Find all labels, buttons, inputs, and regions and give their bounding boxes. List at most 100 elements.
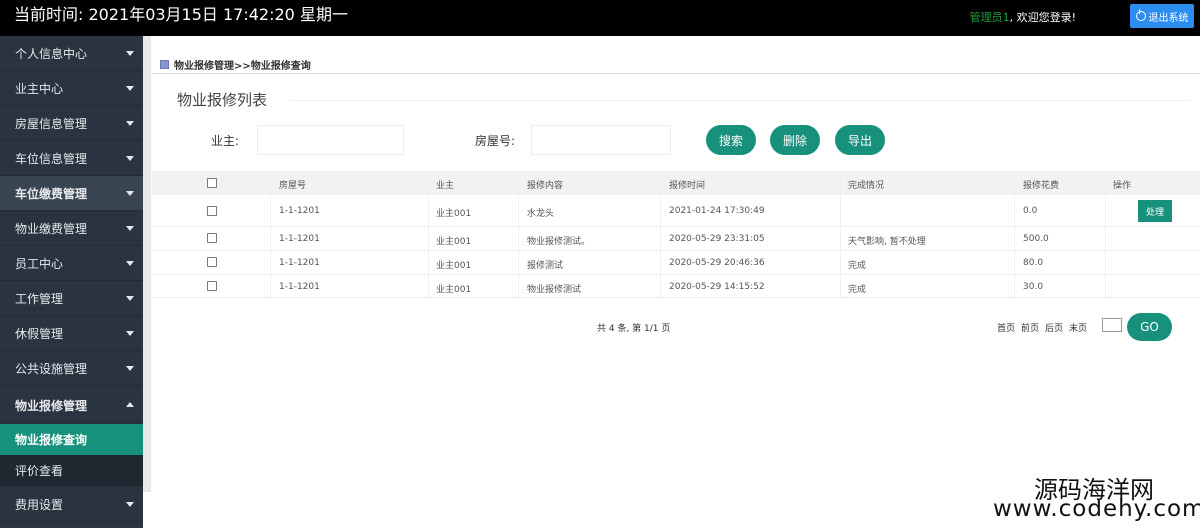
room-input[interactable] xyxy=(531,125,671,155)
prev-page-link[interactable]: 前页 xyxy=(1021,321,1039,334)
page-number-input[interactable] xyxy=(1102,318,1122,332)
delete-button[interactable]: 删除 xyxy=(770,125,820,155)
sidebar-item-house-info[interactable]: 房屋信息管理 xyxy=(0,106,143,141)
last-page-link[interactable]: 末页 xyxy=(1069,321,1087,334)
sidebar-item-facilities[interactable]: 公共设施管理 xyxy=(0,351,143,386)
sidebar-item-label: 车位信息管理 xyxy=(15,151,88,166)
cell-room: 1-1-1201 xyxy=(279,234,320,244)
sidebar-item-label: 物业报修管理 xyxy=(15,398,88,413)
sidebar-item-fee-settings[interactable]: 费用设置 xyxy=(0,487,143,522)
caret-down-icon xyxy=(126,191,134,196)
admin-name: 管理员1 xyxy=(969,11,1010,24)
cell-content: 物业报修测试。 xyxy=(527,237,591,247)
cell-status: 天气影响, 暂不处理 xyxy=(848,237,926,247)
row-checkbox[interactable] xyxy=(207,233,217,243)
power-icon xyxy=(1135,9,1146,21)
breadcrumb-text: 物业报修管理>>物业报修查询 xyxy=(174,61,311,72)
caret-down-icon xyxy=(126,502,134,507)
table-row: 1-1-1201 业主001 报修测试 2020-05-29 20:46:36 … xyxy=(152,251,1200,275)
sidebar-item-label: 业主中心 xyxy=(15,81,64,96)
sidebar-item-leave[interactable]: 休假管理 xyxy=(0,316,143,351)
current-time: 当前时间: 2021年03月15日 17:42:20 星期一 xyxy=(14,5,348,24)
divider xyxy=(290,100,1190,101)
cell-content: 水龙头 xyxy=(527,209,555,219)
cell-time: 2020-05-29 20:46:36 xyxy=(669,258,765,268)
sidebar-subitem-repair-query[interactable]: 物业报修查询 xyxy=(0,424,143,455)
welcome-message: 管理员1, 欢迎您登录! xyxy=(970,9,1076,25)
welcome-text: , 欢迎您登录! xyxy=(1009,11,1076,24)
cell-owner: 业主001 xyxy=(436,209,472,219)
caret-down-icon xyxy=(126,51,134,56)
logout-button[interactable]: 退出系统 xyxy=(1130,4,1194,28)
caret-down-icon xyxy=(126,261,134,266)
next-page-link[interactable]: 后页 xyxy=(1045,321,1063,334)
owner-input[interactable] xyxy=(257,125,404,155)
watermark-url: www.codehy.com xyxy=(993,496,1200,522)
header-time: 报修时间 xyxy=(669,181,706,191)
pagination-total: 共 4 条, 第 1/1 页 xyxy=(597,324,671,334)
header-action: 操作 xyxy=(1113,181,1132,191)
sidebar-scrollbar[interactable] xyxy=(143,36,151,492)
row-checkbox[interactable] xyxy=(207,281,217,291)
go-button[interactable]: GO xyxy=(1127,313,1172,341)
caret-down-icon xyxy=(126,226,134,231)
caret-down-icon xyxy=(126,121,134,126)
sidebar: 个人信息中心 业主中心 房屋信息管理 车位信息管理 车位缴费管理 物业缴费管理 … xyxy=(0,36,143,528)
caret-down-icon xyxy=(126,366,134,371)
cell-room: 1-1-1201 xyxy=(279,282,320,292)
sidebar-item-label: 员工中心 xyxy=(15,256,64,271)
room-label: 房屋号: xyxy=(475,134,516,148)
table-row: 1-1-1201 业主001 物业报修测试。 2020-05-29 23:31:… xyxy=(152,227,1200,251)
cell-content: 物业报修测试 xyxy=(527,285,582,295)
sidebar-item-staff-center[interactable]: 员工中心 xyxy=(0,246,143,281)
sidebar-item-label: 工作管理 xyxy=(15,291,64,306)
header-cost: 报修花费 xyxy=(1023,181,1060,191)
sidebar-item-label: 休假管理 xyxy=(15,326,64,341)
cell-cost: 0.0 xyxy=(1023,206,1038,216)
sidebar-item-label: 车位缴费管理 xyxy=(15,186,88,201)
sidebar-item-repair[interactable]: 物业报修管理 xyxy=(0,388,143,423)
row-checkbox[interactable] xyxy=(207,257,217,267)
sidebar-item-owner-center[interactable]: 业主中心 xyxy=(0,71,143,106)
cell-owner: 业主001 xyxy=(436,285,472,295)
first-page-link[interactable]: 首页 xyxy=(997,321,1015,334)
breadcrumb-square-icon xyxy=(160,60,169,69)
process-button[interactable]: 处理 xyxy=(1138,200,1172,222)
header-content: 报修内容 xyxy=(527,181,564,191)
row-checkbox[interactable] xyxy=(207,206,217,216)
sidebar-item-label: 个人信息中心 xyxy=(15,46,88,61)
page-title: 物业报修列表 xyxy=(177,91,268,109)
sidebar-item-label: 房屋信息管理 xyxy=(15,116,88,131)
cell-status: 完成 xyxy=(848,285,867,295)
logout-label: 退出系统 xyxy=(1148,12,1189,24)
header-room: 房屋号 xyxy=(279,181,307,191)
cell-status: 完成 xyxy=(848,261,867,271)
sidebar-item-personal-info[interactable]: 个人信息中心 xyxy=(0,36,143,71)
breadcrumb: 物业报修管理>>物业报修查询 xyxy=(160,57,311,72)
caret-down-icon xyxy=(126,331,134,336)
sidebar-item-property-fee[interactable]: 物业缴费管理 xyxy=(0,211,143,246)
sidebar-subitem-label: 物业报修查询 xyxy=(15,433,88,447)
sidebar-item-label: 物业缴费管理 xyxy=(15,221,88,236)
sidebar-item-label: 公共设施管理 xyxy=(15,361,88,376)
cell-room: 1-1-1201 xyxy=(279,206,320,216)
caret-down-icon xyxy=(126,296,134,301)
sidebar-subitem-review[interactable]: 评价查看 xyxy=(0,455,143,486)
table-row: 1-1-1201 业主001 水龙头 2021-01-24 17:30:49 0… xyxy=(152,195,1200,227)
select-all-checkbox[interactable] xyxy=(207,178,217,188)
header-status: 完成情况 xyxy=(848,181,885,191)
sidebar-item-label: 费用设置 xyxy=(15,497,64,512)
cell-owner: 业主001 xyxy=(436,237,472,247)
cell-content: 报修测试 xyxy=(527,261,564,271)
cell-room: 1-1-1201 xyxy=(279,258,320,268)
sidebar-item-parking-info[interactable]: 车位信息管理 xyxy=(0,141,143,176)
export-button[interactable]: 导出 xyxy=(835,125,885,155)
cell-time: 2020-05-29 23:31:05 xyxy=(669,234,765,244)
caret-down-icon xyxy=(126,86,134,91)
cell-time: 2020-05-29 14:15:52 xyxy=(669,282,765,292)
sidebar-item-parking-fee[interactable]: 车位缴费管理 xyxy=(0,176,143,211)
cell-cost: 500.0 xyxy=(1023,234,1049,244)
search-button[interactable]: 搜索 xyxy=(706,125,756,155)
sidebar-item-work[interactable]: 工作管理 xyxy=(0,281,143,316)
divider xyxy=(152,73,1200,74)
